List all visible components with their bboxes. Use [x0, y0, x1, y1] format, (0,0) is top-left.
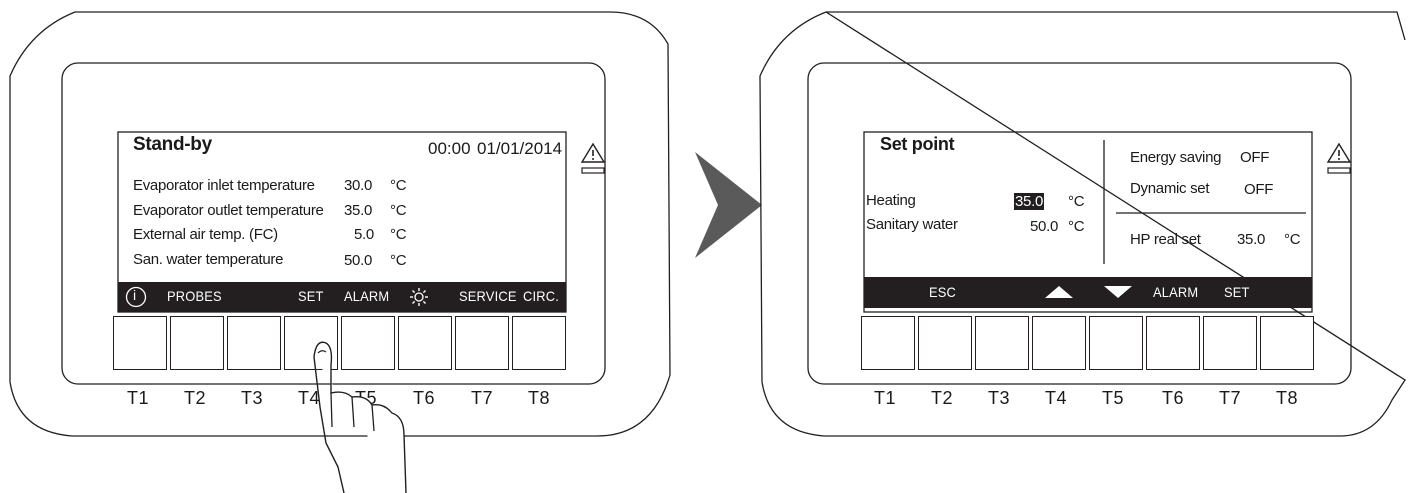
left-date: 01/01/2014	[477, 139, 563, 158]
key-t2[interactable]	[170, 316, 224, 370]
left-row-value: 30.0	[344, 177, 372, 194]
key-t2[interactable]	[918, 316, 972, 370]
key-label: T6	[1162, 388, 1185, 408]
key-t8[interactable]	[1260, 316, 1314, 370]
key-label: T8	[1276, 388, 1299, 408]
key-label: T7	[1219, 388, 1242, 408]
key-t4[interactable]	[1032, 316, 1086, 370]
key-t3[interactable]	[975, 316, 1029, 370]
key-label: T5	[1102, 388, 1125, 408]
arrow-down-icon[interactable]	[1102, 284, 1134, 300]
left-time: 00:00	[428, 139, 471, 158]
right-row-label: Heating	[866, 192, 916, 209]
left-row-value: 35.0	[344, 202, 372, 219]
arrow-up-icon[interactable]	[1043, 284, 1075, 300]
right-keypad	[861, 316, 1314, 370]
key-label: T3	[988, 388, 1011, 408]
key-label: T3	[241, 388, 264, 408]
menu-service[interactable]: SERVICE	[459, 288, 517, 304]
left-row-label: Evaporator outlet temperature	[133, 202, 324, 219]
left-row-unit: °C	[390, 202, 407, 219]
hp-real-set-unit: °C	[1284, 231, 1301, 248]
heating-value-field[interactable]: 35.0	[1014, 193, 1044, 210]
key-t3[interactable]	[227, 316, 281, 370]
menu-circ[interactable]: CIRC.	[523, 288, 559, 304]
key-label: T2	[931, 388, 954, 408]
key-t1[interactable]	[113, 316, 167, 370]
menu-alarm[interactable]: ALARM	[1153, 284, 1198, 300]
right-device-housing	[759, 11, 1406, 437]
hp-real-set-value: 35.0	[1237, 231, 1265, 248]
right-row-unit: °C	[1068, 218, 1085, 235]
energy-saving-value: OFF	[1240, 149, 1270, 166]
key-label: T4	[1045, 388, 1068, 408]
left-row-value: 5.0	[354, 226, 374, 243]
key-label: T7	[471, 388, 494, 408]
left-row-label: Evaporator inlet temperature	[133, 177, 315, 194]
hand-pointer-icon	[313, 341, 407, 493]
info-icon-letter: i	[133, 287, 137, 303]
right-row-value: 50.0	[1030, 218, 1058, 235]
right-row-unit: °C	[1068, 193, 1085, 210]
key-t8[interactable]	[512, 316, 566, 370]
warning-triangle-icon	[580, 142, 606, 174]
left-screen-title: Stand-by	[133, 134, 212, 155]
key-label: T1	[127, 388, 150, 408]
menu-esc[interactable]: ESC	[929, 284, 956, 300]
menu-set[interactable]: SET	[1224, 284, 1250, 300]
dynamic-set-label: Dynamic set	[1130, 180, 1210, 197]
right-row-label: Sanitary water	[866, 216, 958, 233]
left-row-label: San. water temperature	[133, 251, 284, 268]
key-t6[interactable]	[1146, 316, 1200, 370]
left-row-label: External air temp. (FC)	[133, 226, 278, 243]
menu-alarm[interactable]: ALARM	[344, 288, 389, 304]
left-row-value: 50.0	[344, 252, 372, 269]
warning-triangle-icon	[1326, 142, 1352, 174]
key-t5[interactable]	[1089, 316, 1143, 370]
menu-probes[interactable]: PROBES	[167, 288, 222, 304]
key-label: T8	[528, 388, 551, 408]
key-t1[interactable]	[861, 316, 915, 370]
left-row-unit: °C	[390, 226, 407, 243]
key-t7[interactable]	[455, 316, 509, 370]
left-row-unit: °C	[390, 177, 407, 194]
key-t7[interactable]	[1203, 316, 1257, 370]
dynamic-set-value: OFF	[1244, 181, 1274, 198]
key-label: T2	[184, 388, 207, 408]
right-screen-title: Set point	[880, 134, 955, 154]
menu-set[interactable]: SET	[298, 288, 324, 304]
key-label: T1	[874, 388, 897, 408]
sun-icon[interactable]	[409, 287, 429, 307]
energy-saving-label: Energy saving	[1130, 149, 1222, 166]
hp-real-set-label: HP real set	[1130, 231, 1201, 248]
left-row-unit: °C	[390, 252, 407, 269]
